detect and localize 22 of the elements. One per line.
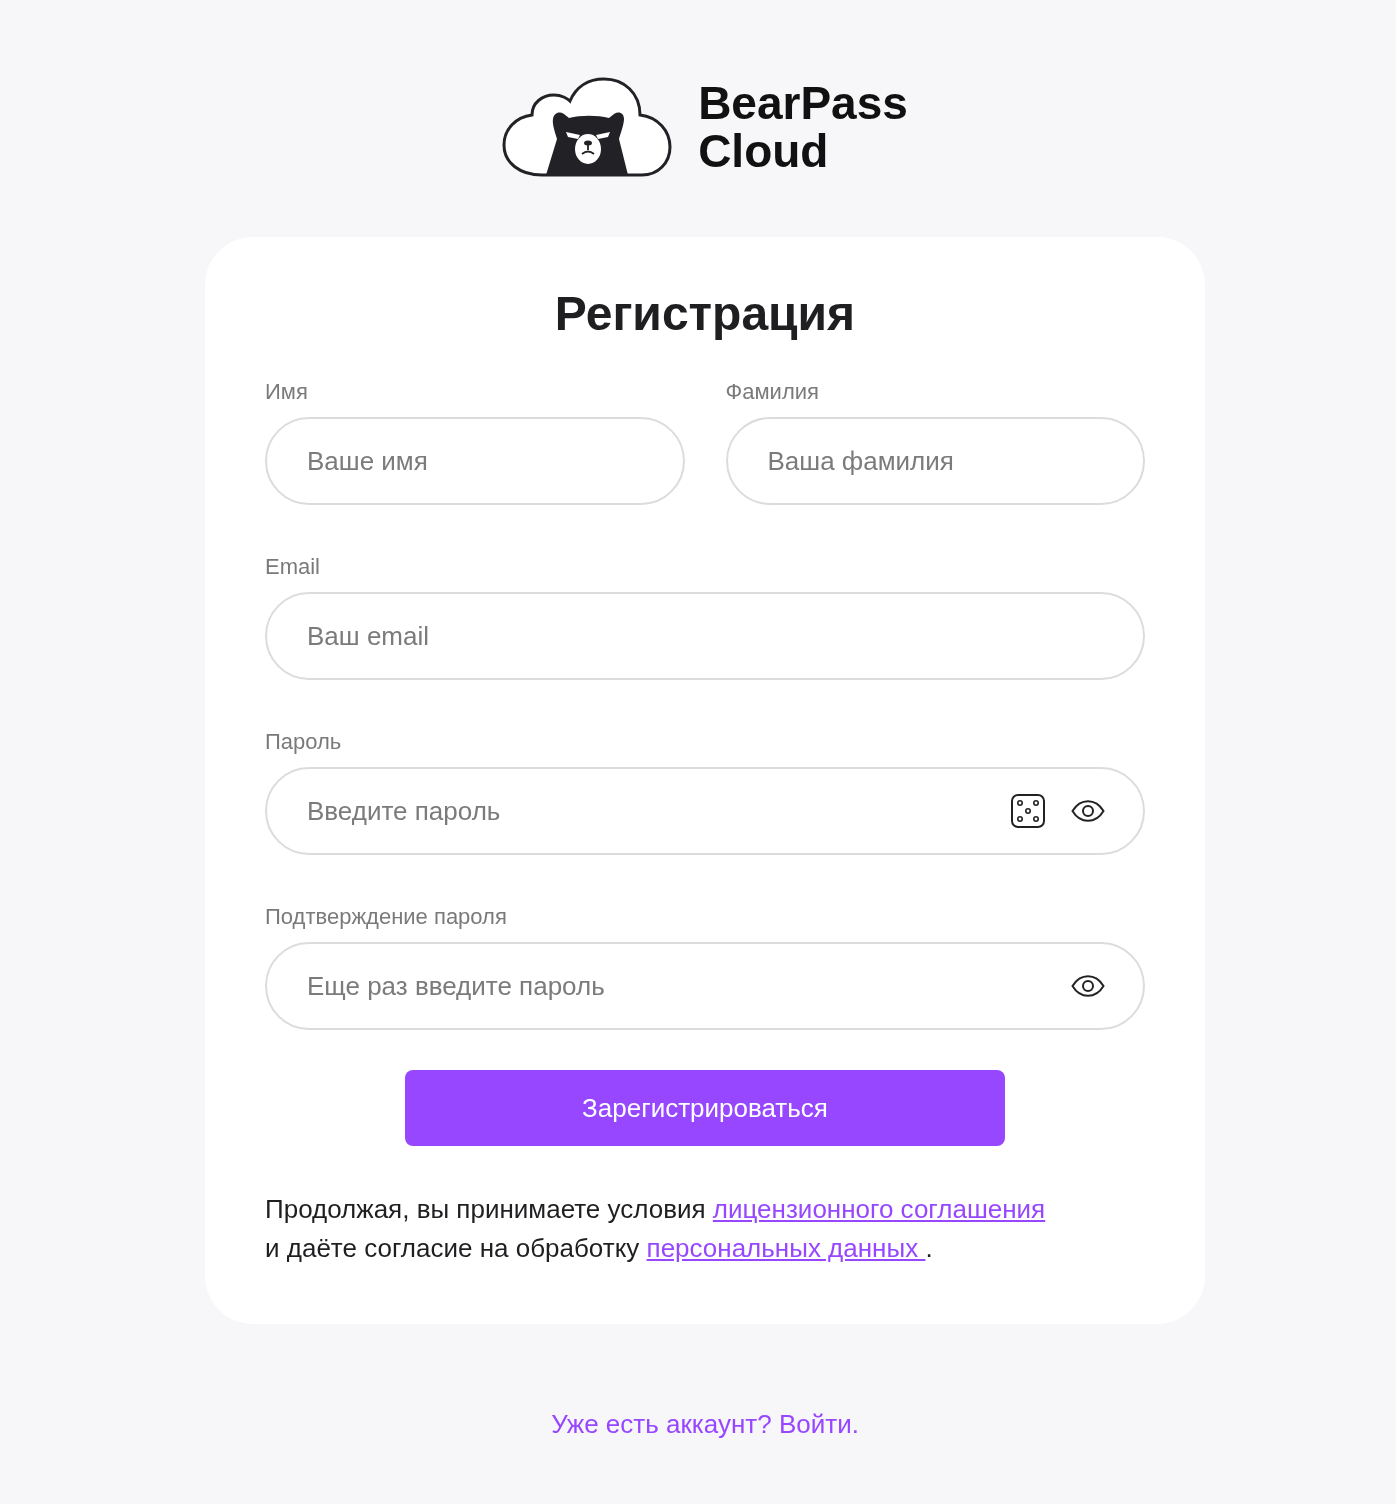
- input-field[interactable]: Ваше имя: [265, 417, 685, 505]
- field-label: Email: [265, 554, 321, 580]
- register-button[interactable]: Зарегистрироваться: [405, 1070, 1005, 1146]
- logo-text: Cloud: [698, 127, 830, 175]
- text-link[interactable]: лицензионного соглашения: [712, 1194, 1046, 1224]
- field-label: Подтверждение пароля: [265, 904, 508, 930]
- password-field[interactable]: Введите пароль: [265, 767, 1145, 855]
- field-label: Фамилия: [725, 379, 820, 405]
- logo-text: BearPass: [698, 79, 908, 127]
- field-label: Пароль: [265, 729, 343, 755]
- field-label: Имя: [265, 379, 309, 405]
- login-link[interactable]: Уже есть аккаунт? Войти.: [551, 1408, 859, 1440]
- dice-icon[interactable]: [1011, 794, 1045, 828]
- bear-cloud-logo-icon: [502, 77, 673, 177]
- input-field[interactable]: Ваша фамилия: [725, 417, 1145, 505]
- password-field[interactable]: Еще раз введите пароль: [265, 942, 1145, 1030]
- eye-icon[interactable]: [1071, 800, 1105, 822]
- eye-icon[interactable]: [1071, 975, 1105, 997]
- input-field[interactable]: Ваш email: [265, 592, 1145, 680]
- text-link[interactable]: персональных данных: [646, 1233, 926, 1263]
- consent-text: Продолжая, вы принимаете условия лицензионного соглашения и даёте согласие на обработку персональных данных .: [265, 1193, 1047, 1265]
- form-title: Регистрация: [553, 286, 857, 342]
